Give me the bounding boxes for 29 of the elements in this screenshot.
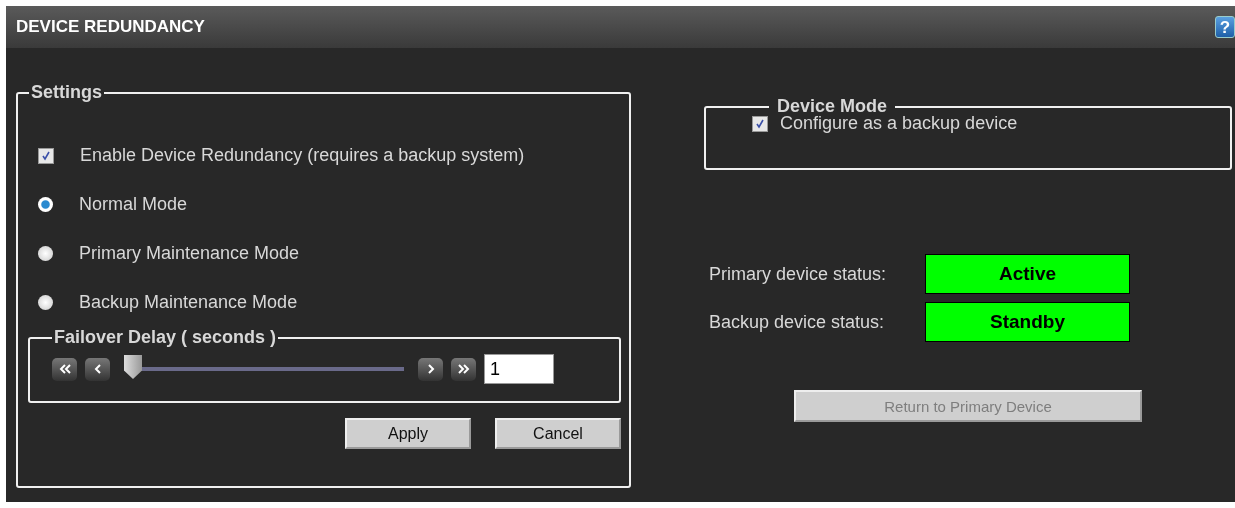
- first-button[interactable]: [52, 357, 77, 381]
- checkmark-icon: [41, 150, 51, 161]
- status-indicator: Active: [925, 254, 1130, 294]
- previous-button[interactable]: [85, 357, 110, 381]
- radio-label: Backup Maintenance Mode: [79, 292, 298, 313]
- status-label: Backup device status:: [708, 311, 886, 333]
- next-button[interactable]: [418, 357, 443, 381]
- radio-button[interactable]: [38, 295, 53, 310]
- delay-input[interactable]: 1: [484, 354, 554, 384]
- last-button[interactable]: [451, 357, 476, 381]
- checkmark-icon: [755, 118, 765, 129]
- double-chevron-left-icon: [58, 364, 71, 374]
- radio-button[interactable]: [38, 246, 53, 261]
- radio-button[interactable]: [38, 197, 53, 212]
- radio-label: Primary Maintenance Mode: [79, 243, 300, 264]
- settings-legend: Settings: [29, 82, 104, 103]
- failover-legend: Failover Delay ( seconds ): [52, 327, 279, 348]
- form-button[interactable]: Cancel: [495, 418, 621, 449]
- radio-label: Normal Mode: [79, 194, 188, 215]
- help-button[interactable]: ?: [1215, 16, 1235, 38]
- checkbox-label: Enable Device Redundancy (requires a backup system): [80, 145, 525, 166]
- form-button[interactable]: Apply: [345, 418, 471, 449]
- slider-thumb[interactable]: [124, 355, 142, 379]
- checkbox[interactable]: [38, 147, 54, 164]
- checkbox[interactable]: [752, 115, 768, 132]
- status-label: Primary device status:: [708, 263, 888, 285]
- page-title: DEVICE REDUNDANCY: [16, 17, 205, 37]
- status-indicator: Standby: [925, 302, 1130, 342]
- double-chevron-right-icon: [457, 364, 470, 374]
